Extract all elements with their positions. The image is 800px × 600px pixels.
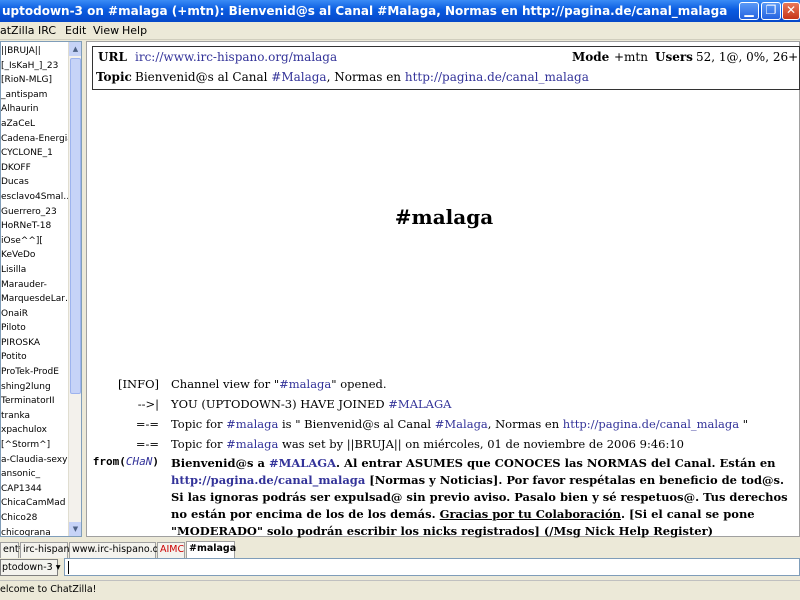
user-list-item[interactable]: Piloto: [1, 321, 69, 336]
user-list-item[interactable]: Cadena-Energia: [1, 132, 69, 147]
message-nick: -->|: [137, 397, 159, 411]
user-list-item[interactable]: OnaiR: [1, 307, 69, 322]
menu-irc[interactable]: IRC: [38, 24, 56, 37]
message-input[interactable]: [64, 558, 800, 576]
user-list-item[interactable]: a-Claudia-sexy: [1, 453, 69, 468]
user-list-item[interactable]: Ducas: [1, 175, 69, 190]
close-button[interactable]: ✕: [782, 2, 800, 20]
user-list-item[interactable]: xpachulox: [1, 423, 69, 438]
message-text: YOU (UPTODOWN-3) HAVE JOINED #MALAGA: [171, 397, 452, 411]
user-list-item[interactable]: aZaCeL: [1, 117, 69, 132]
message-text: Bienvenid@s a #MALAGA. Al entrar ASUMES …: [171, 456, 788, 538]
menu-edit[interactable]: Edit: [65, 24, 86, 37]
message-text: Topic for #malaga is " Bienvenid@s al Ca…: [171, 417, 749, 431]
mode-label: Mode: [572, 50, 610, 64]
message-text: Topic for #malaga was set by ||BRUJA|| o…: [171, 437, 684, 451]
channel-header: URL irc://www.irc-hispano.org/malaga Mod…: [92, 46, 800, 90]
users-value: 52, 1@, 0%, 26+: [696, 50, 799, 64]
tab-malaga[interactable]: #malaga: [186, 541, 236, 558]
user-list-item[interactable]: chicograna: [1, 526, 69, 536]
menu-view[interactable]: View: [93, 24, 119, 37]
topic-channel-link[interactable]: #Malaga: [271, 70, 326, 84]
user-list-item[interactable]: iOse^^][: [1, 234, 69, 249]
user-list-item[interactable]: tranka: [1, 409, 69, 424]
url-label: URL: [98, 50, 127, 64]
user-list-item[interactable]: [^Storm^]: [1, 438, 69, 453]
user-list-item[interactable]: Potito: [1, 350, 69, 365]
scroll-up-icon[interactable]: ▲: [69, 42, 81, 56]
message-nick: =-=: [135, 417, 159, 431]
users-label: Users: [655, 50, 693, 64]
user-list-item[interactable]: ChicaCamMad: [1, 496, 69, 511]
user-list-item[interactable]: TerminatorII: [1, 394, 69, 409]
user-list-item[interactable]: ansonic_: [1, 467, 69, 482]
user-list-item[interactable]: Guerrero_23: [1, 205, 69, 220]
nickname-button[interactable]: ptodown-3 ▾: [0, 559, 60, 576]
user-list: ||BRUJA|| [_IsKaH_]_23 [RioN-MLG] _antispam…: [0, 41, 82, 537]
user-list-item[interactable]: CYCLONE_1: [1, 146, 69, 161]
user-list-item[interactable]: KeVeDo: [1, 248, 69, 263]
user-list-item[interactable]: Alhaurin: [1, 102, 69, 117]
message-text: Channel view for "#malaga" opened.: [171, 377, 387, 391]
url-value[interactable]: irc://www.irc-hispano.org/malaga: [135, 50, 337, 64]
user-list-item[interactable]: ||BRUJA||: [1, 44, 69, 59]
user-list-item[interactable]: Lisilla: [1, 263, 69, 278]
topic-label: Topic: [96, 70, 132, 84]
tab-aimc[interactable]: AIMC: [157, 542, 185, 558]
message-nick: [INFO]: [118, 377, 159, 391]
user-list-item[interactable]: [RioN-MLG]: [1, 73, 69, 88]
maximize-button[interactable]: ❐: [761, 2, 781, 20]
user-list-item[interactable]: DKOFF: [1, 161, 69, 176]
user-list-item[interactable]: PIROSKA: [1, 336, 69, 351]
text-caret: [68, 561, 69, 574]
scroll-down-icon[interactable]: ▼: [69, 522, 81, 536]
user-list-item[interactable]: _antispam: [1, 88, 69, 103]
tab-irc-hispano[interactable]: irc-hispano: [20, 542, 75, 558]
window-title: uptodown-3 on #malaga (+mtn): Bienvenid@…: [2, 4, 728, 18]
input-row: ptodown-3 ▾: [0, 558, 800, 578]
user-list-item[interactable]: ProTek-ProdE: [1, 365, 69, 380]
user-list-item[interactable]: HoRNeT-18: [1, 219, 69, 234]
status-bar: elcome to ChatZilla!: [0, 580, 800, 600]
user-list-item[interactable]: Marauder-: [1, 278, 69, 293]
user-list-item[interactable]: esclavo4Smal…: [1, 190, 69, 205]
message-nick: =-=: [135, 437, 159, 451]
user-list-item[interactable]: [_IsKaH_]_23: [1, 59, 69, 74]
topic-value: Bienvenid@s al Canal #Malaga, Normas en …: [135, 70, 589, 84]
tab-irc-hispano-org[interactable]: www.irc-hispano.org: [69, 542, 168, 558]
minimize-button[interactable]: ▁: [739, 2, 759, 20]
user-list-item[interactable]: CAP1344: [1, 482, 69, 497]
channel-view: URL irc://www.irc-hispano.org/malaga Mod…: [86, 41, 800, 538]
tab-client[interactable]: ent*: [0, 542, 23, 558]
scroll-thumb[interactable]: [70, 58, 81, 394]
view-tabs: ent* irc-hispano www.irc-hispano.org AIM…: [0, 541, 800, 558]
message-nick: from(CHaN): [92, 455, 159, 468]
user-list-item[interactable]: MarquesdeLar…: [1, 292, 69, 307]
user-list-item[interactable]: Chico28: [1, 511, 69, 526]
title-bar: uptodown-3 on #malaga (+mtn): Bienvenid@…: [0, 0, 800, 22]
mode-value: +mtn: [614, 50, 648, 64]
user-list-item[interactable]: shing2lung: [1, 380, 69, 395]
userlist-scrollbar[interactable]: ▲ ▼: [68, 42, 81, 536]
menu-help[interactable]: Help: [122, 24, 147, 37]
channel-title: #malaga: [394, 205, 494, 229]
menu-chatzilla[interactable]: atZilla: [0, 24, 35, 37]
menu-bar: atZilla IRC Edit View Help: [0, 22, 800, 40]
topic-url-link[interactable]: http://pagina.de/canal_malaga: [405, 70, 589, 84]
